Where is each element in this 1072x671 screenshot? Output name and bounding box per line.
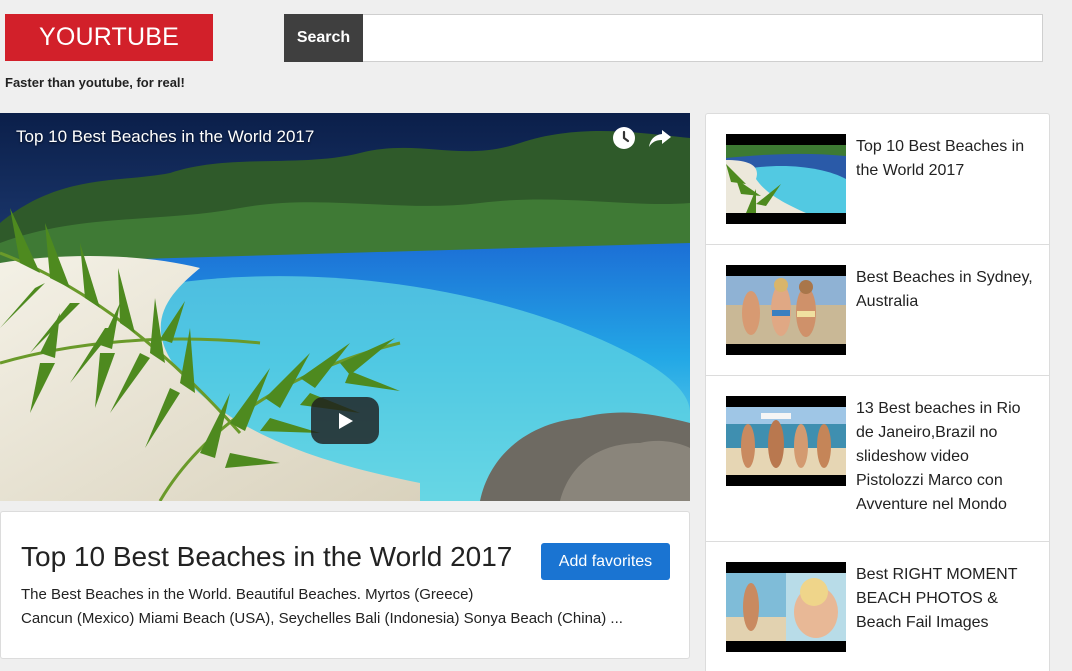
list-item-title[interactable]: 13 Best beaches in Rio de Janeiro,Brazil… [856, 397, 1036, 517]
add-favorites-button[interactable]: Add favorites [541, 543, 670, 580]
video-player[interactable]: Top 10 Best Beaches in the World 2017 [0, 113, 690, 501]
video-thumbnail[interactable] [726, 562, 846, 652]
list-item-title[interactable]: Top 10 Best Beaches in the World 2017 [856, 135, 1036, 183]
list-item[interactable]: Best RIGHT MOMENT BEACH PHOTOS & Beach F… [706, 542, 1049, 671]
video-description: The Best Beaches in the World. Beautiful… [21, 583, 671, 631]
share-icon[interactable] [647, 125, 673, 151]
description-line-1: The Best Beaches in the World. Beautiful… [21, 586, 474, 603]
search-button[interactable]: Search [284, 14, 363, 62]
list-item-title[interactable]: Best RIGHT MOMENT BEACH PHOTOS & Beach F… [856, 563, 1036, 635]
watch-later-icon[interactable] [611, 125, 637, 151]
play-button[interactable] [311, 397, 379, 444]
play-icon [339, 412, 353, 429]
list-item[interactable]: Top 10 Best Beaches in the World 2017 [706, 114, 1049, 245]
player-title: Top 10 Best Beaches in the World 2017 [16, 127, 315, 146]
search-input[interactable] [363, 14, 1043, 62]
video-thumbnail[interactable] [726, 134, 846, 224]
list-item-title[interactable]: Best Beaches in Sydney, Australia [856, 266, 1036, 314]
list-item[interactable]: 13 Best beaches in Rio de Janeiro,Brazil… [706, 376, 1049, 542]
video-info-card: Top 10 Best Beaches in the World 2017 Ad… [0, 511, 690, 659]
description-line-2: Cancun (Mexico) Miami Beach (USA), Seych… [21, 610, 623, 627]
tagline: Faster than youtube, for real! [5, 75, 185, 90]
list-item[interactable]: Best Beaches in Sydney, Australia [706, 245, 1049, 376]
video-title: Top 10 Best Beaches in the World 2017 [21, 541, 513, 572]
related-videos-list: Top 10 Best Beaches in the World 2017 Be… [705, 113, 1050, 671]
logo[interactable]: YOURTUBE [5, 14, 213, 61]
video-thumbnail[interactable] [726, 265, 846, 355]
video-thumbnail[interactable] [726, 396, 846, 486]
